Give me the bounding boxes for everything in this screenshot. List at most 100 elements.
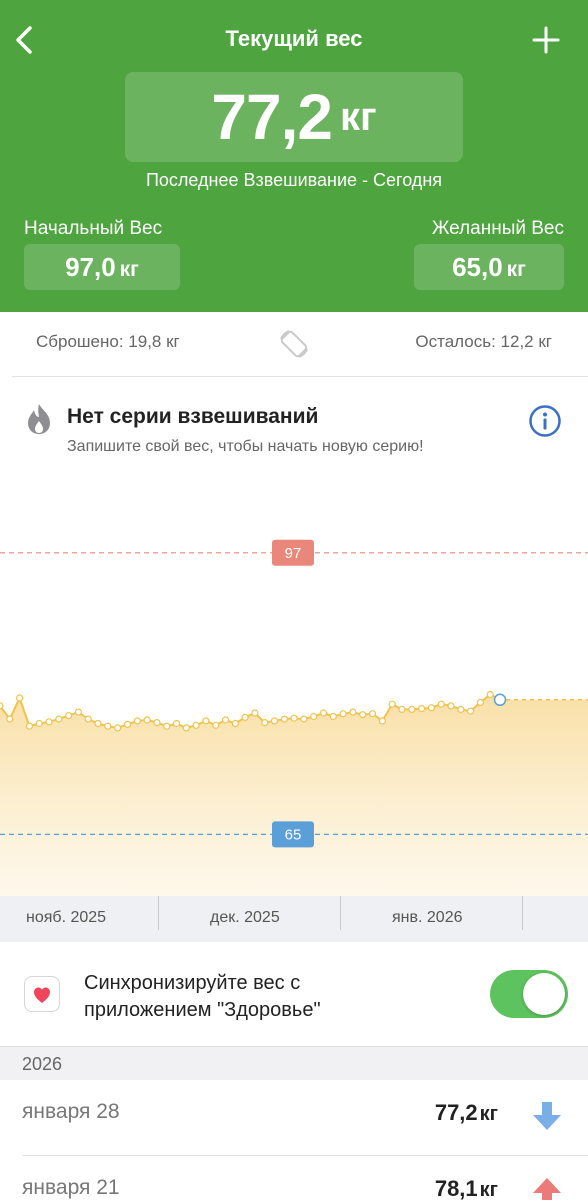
plus-icon — [532, 26, 560, 54]
entry-weight-unit: кг — [479, 1103, 498, 1125]
start-weight-label: Начальный Вес — [24, 218, 163, 239]
weight-point[interactable] — [457, 705, 465, 713]
goal-weight-label: Желанный Вес — [431, 218, 564, 239]
weight-point[interactable] — [388, 700, 396, 708]
weight-point[interactable] — [45, 718, 53, 726]
year-label: 2026 — [22, 1054, 63, 1074]
arrow-down-icon — [533, 1102, 561, 1130]
weight-point[interactable] — [270, 717, 279, 725]
weight-point[interactable] — [123, 720, 132, 728]
weight-point[interactable] — [64, 712, 73, 720]
entry-weight: 78,1 кг — [435, 1176, 498, 1200]
weight-point[interactable] — [300, 715, 308, 723]
flame-icon — [24, 402, 54, 436]
weight-point[interactable] — [408, 705, 416, 713]
current-weight-point[interactable] — [493, 693, 507, 707]
weight-point[interactable] — [221, 716, 230, 724]
weight-point[interactable] — [84, 715, 92, 723]
streak-subtitle: Запишите свой вес, чтобы начать новую се… — [67, 438, 424, 455]
axis-separator — [340, 896, 341, 930]
weight-point[interactable] — [486, 690, 494, 699]
health-sync-toggle[interactable] — [490, 970, 568, 1018]
weight-point[interactable] — [0, 702, 4, 710]
weight-point[interactable] — [182, 724, 190, 732]
toggle-knob — [523, 973, 565, 1015]
weight-point[interactable] — [113, 724, 122, 732]
entry-weight-unit: кг — [479, 1179, 498, 1200]
weight-point[interactable] — [192, 721, 200, 729]
entry-weight-value: 78,1 — [434, 1176, 478, 1200]
weight-point[interactable] — [310, 712, 318, 721]
weight-point[interactable] — [329, 712, 337, 721]
goal-weight-pill[interactable]: 65,0 кг — [414, 244, 564, 290]
start-weight-tag: 97 — [272, 539, 314, 566]
start-weight-unit: кг — [119, 258, 139, 281]
year-section-header: 2026 — [0, 1046, 588, 1080]
weight-point[interactable] — [35, 719, 43, 728]
arrow-up-icon — [533, 1178, 561, 1200]
axis-separator — [158, 896, 159, 930]
x-axis-label: дек. 2025 — [210, 909, 280, 926]
weight-point[interactable] — [74, 708, 83, 716]
info-icon[interactable] — [528, 404, 562, 438]
weight-point[interactable] — [241, 713, 249, 721]
weight-area — [0, 694, 588, 896]
x-axis-label: янв. 2026 — [392, 909, 463, 926]
divider — [12, 376, 588, 377]
weight-point[interactable] — [349, 708, 357, 716]
start-weight-value: 97,0 — [65, 252, 116, 282]
weight-point[interactable] — [398, 705, 406, 713]
weight-point[interactable] — [290, 714, 298, 722]
goal-weight-tag-label: 65 — [285, 826, 302, 843]
current-weight-display: 77,2 кг — [125, 72, 463, 162]
weight-point[interactable] — [163, 722, 171, 730]
weight-point[interactable] — [25, 722, 33, 730]
weight-point[interactable] — [467, 707, 475, 715]
weight-point[interactable] — [359, 711, 367, 719]
weight-point[interactable] — [202, 717, 210, 725]
weight-point[interactable] — [447, 702, 455, 710]
weight-point[interactable] — [16, 694, 24, 702]
weight-point[interactable] — [261, 719, 269, 727]
remaining-weight-text: Осталось: 12,2 кг — [415, 332, 552, 351]
weight-point[interactable] — [437, 700, 445, 708]
weight-point[interactable] — [251, 709, 259, 717]
weight-point[interactable] — [319, 709, 328, 717]
page-title: Текущий вес — [225, 26, 363, 51]
weight-point[interactable] — [368, 710, 377, 718]
add-weight-button[interactable] — [528, 22, 564, 58]
rotate-device-icon[interactable] — [276, 326, 312, 362]
entry-date: января 21 — [22, 1176, 120, 1199]
start-weight-pill[interactable]: 97,0 кг — [24, 244, 180, 290]
weight-point[interactable] — [378, 717, 386, 725]
weight-entry-row[interactable]: января 21 78,1 кг — [0, 1156, 588, 1200]
weight-point[interactable] — [153, 719, 161, 727]
goal-weight-unit: кг — [506, 258, 526, 281]
weight-point[interactable] — [280, 715, 288, 723]
weight-point[interactable] — [172, 719, 181, 728]
weight-point[interactable] — [133, 717, 141, 725]
weight-chart[interactable]: 97 65 — [0, 470, 588, 896]
weight-point[interactable] — [476, 698, 484, 706]
weight-point[interactable] — [55, 715, 63, 723]
health-app-icon — [24, 976, 60, 1012]
chart-x-axis: нояб. 2025 дек. 2025 янв. 2026 — [0, 896, 588, 942]
goal-weight-value: 65,0 — [452, 252, 503, 282]
entry-weight: 77,2 кг — [435, 1100, 498, 1126]
start-weight-tag-label: 97 — [285, 545, 302, 562]
streak-title: Нет серии взвешиваний — [67, 405, 319, 428]
weight-point[interactable] — [231, 719, 239, 728]
weight-point[interactable] — [212, 721, 220, 729]
weight-entry-row[interactable]: января 28 77,2 кг — [0, 1080, 588, 1156]
weight-point[interactable] — [94, 719, 102, 728]
weight-point[interactable] — [104, 722, 112, 730]
axis-separator — [522, 896, 523, 930]
weight-point[interactable] — [427, 704, 435, 712]
weight-point[interactable] — [6, 715, 14, 723]
weight-point[interactable] — [339, 710, 347, 718]
weight-point[interactable] — [143, 716, 151, 724]
lost-weight-text: Сброшено: 19,8 кг — [36, 332, 180, 351]
last-weigh-in-text: Последнее Взвешивание - Сегодня — [145, 170, 442, 190]
weight-point[interactable] — [418, 705, 426, 713]
x-axis-label: нояб. 2025 — [26, 909, 107, 926]
